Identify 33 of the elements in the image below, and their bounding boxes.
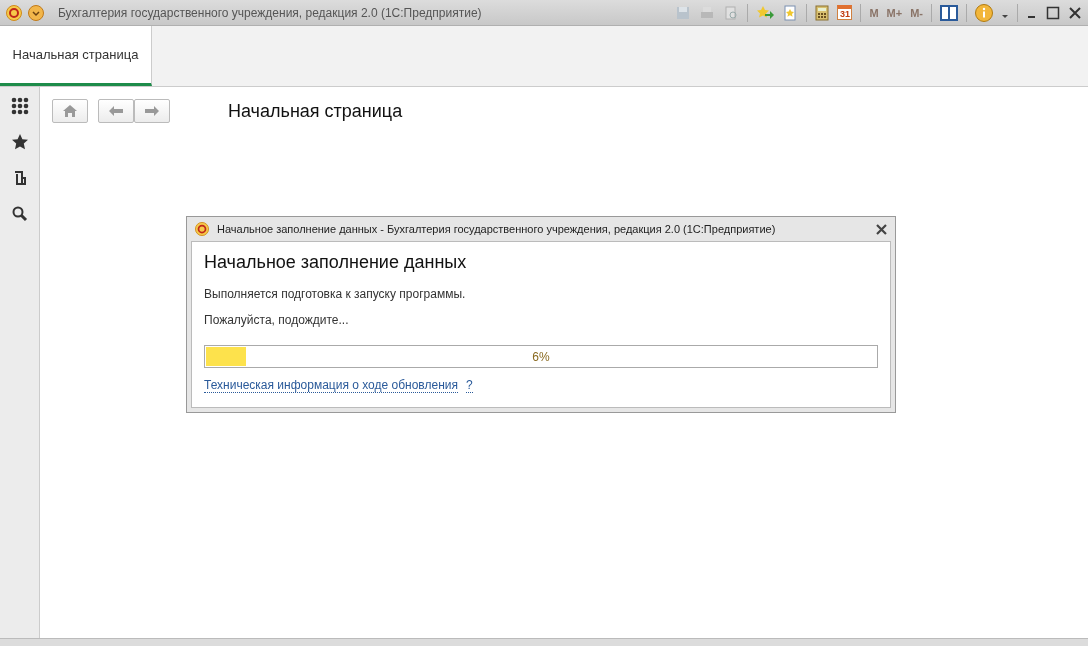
close-icon[interactable] (876, 223, 887, 235)
dialog-title: Начальное заполнение данных - Бухгалтерия государственного учреждения, редакция 2.0 (1С:Предприятие) (217, 223, 777, 235)
logo-icon (6, 4, 22, 21)
dialog-heading: Начальное заполнение данных (204, 252, 468, 273)
arrow-right-icon (145, 106, 159, 116)
home-icon (63, 105, 77, 117)
page-title: Начальная страница (228, 100, 403, 122)
memory-button[interactable]: M (869, 6, 879, 19)
close-icon[interactable] (1068, 5, 1082, 20)
technical-info-link[interactable]: Техническая информация о ходе обновления (204, 378, 458, 393)
search-icon[interactable] (10, 205, 29, 223)
progress-reading: 6% (532, 349, 550, 364)
home-button[interactable] (52, 99, 88, 123)
star-icon[interactable] (10, 133, 29, 151)
status-message: Выполняется подготовка к запуску программы. (204, 287, 467, 301)
back-button[interactable] (98, 99, 134, 123)
tab[interactable]: Начальная страница (0, 26, 152, 86)
window-title: Бухгалтерия государственного учреждения, редакция 2.0 (1С:Предприятие) (58, 5, 482, 20)
panels-icon[interactable] (940, 4, 958, 21)
maximize-icon[interactable] (1046, 5, 1060, 20)
status-message: Пожалуйста, подождите... (204, 313, 350, 327)
help-link[interactable]: ? (465, 378, 473, 393)
calculator-icon[interactable] (815, 4, 830, 21)
star-arrow-icon[interactable] (756, 4, 775, 21)
calendar-icon[interactable]: 31 (837, 5, 853, 20)
forward-button[interactable] (134, 99, 170, 123)
menu-icon[interactable] (28, 4, 44, 21)
memory-button[interactable]: M+ (886, 6, 903, 19)
memory-button[interactable]: M- (910, 6, 923, 19)
logo-icon (195, 222, 209, 236)
arrow-left-icon (109, 106, 123, 116)
info-icon[interactable] (975, 3, 993, 22)
apps-grid-icon[interactable] (10, 97, 29, 115)
